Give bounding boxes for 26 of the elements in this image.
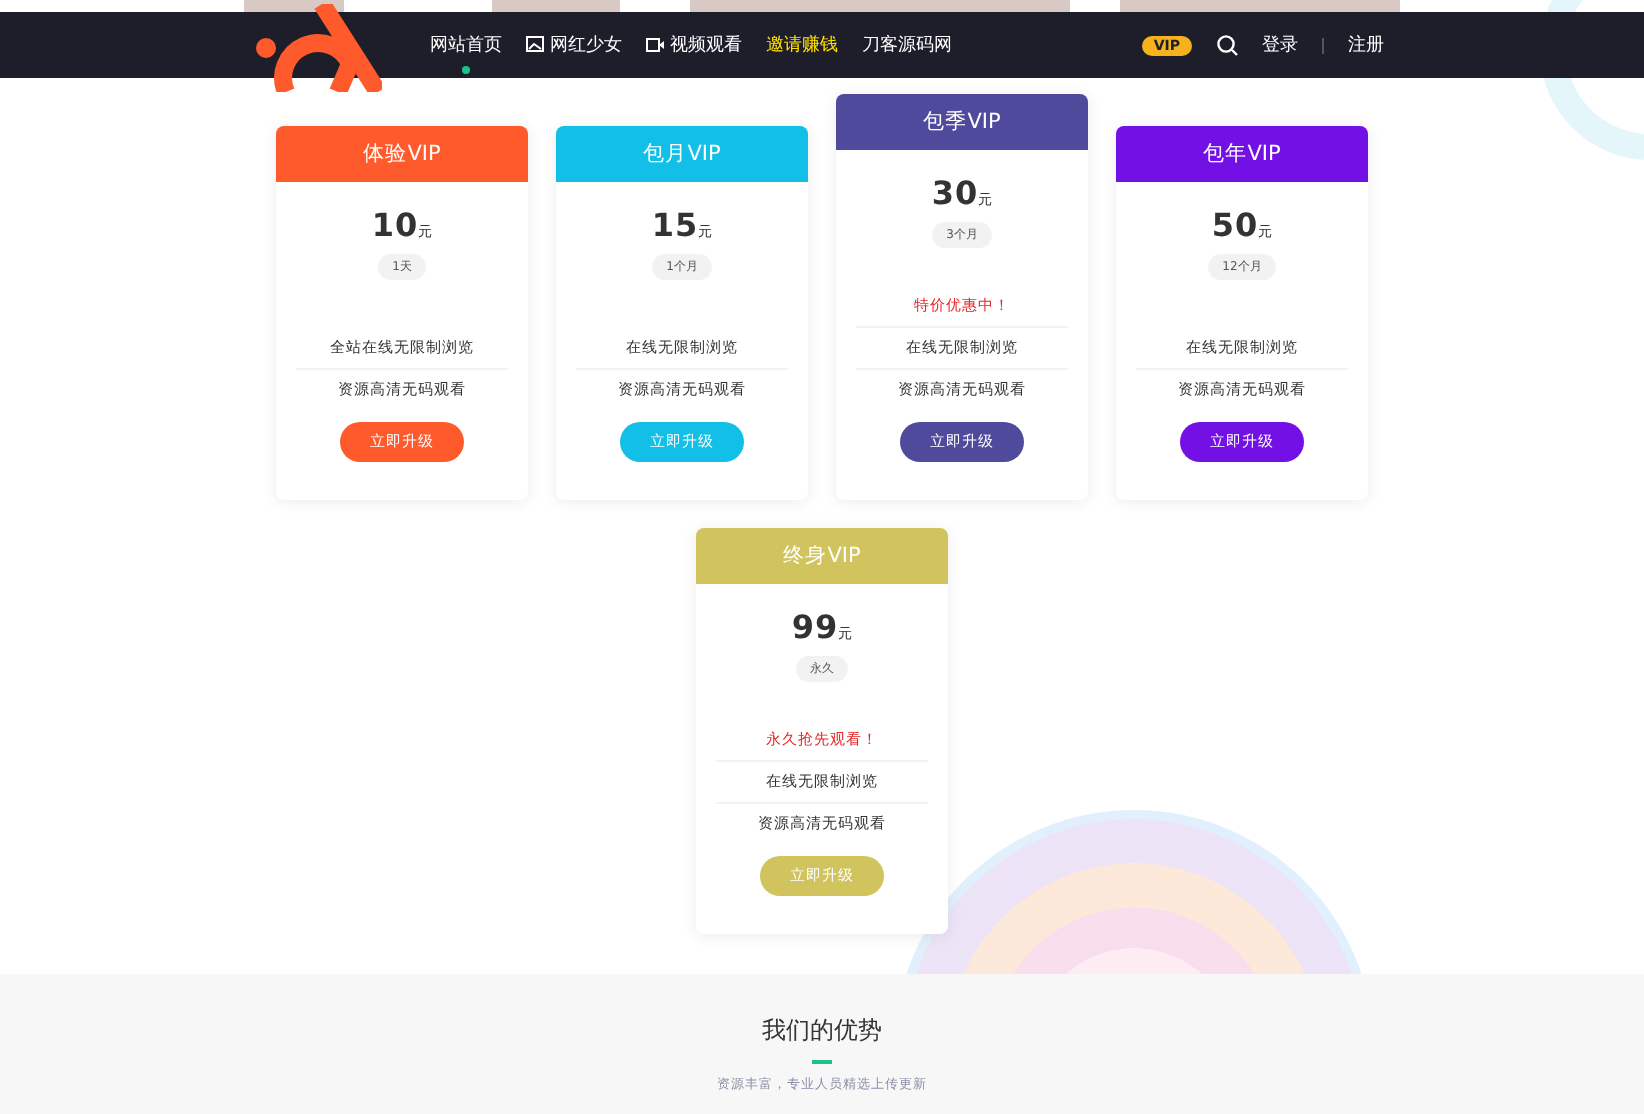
plan-header: 终身VIP <box>696 528 948 584</box>
nav-label: 视频观看 <box>670 33 742 57</box>
plan-header: 包年VIP <box>1116 126 1368 182</box>
nav-link[interactable]: 刀客源码网 <box>862 17 952 73</box>
nav-label: 网红少女 <box>550 33 622 57</box>
nav-link[interactable]: 邀请赚钱 <box>766 17 838 73</box>
search-icon[interactable] <box>1216 34 1238 56</box>
image-icon <box>526 36 544 52</box>
nav-link[interactable]: 网红少女 <box>526 17 622 73</box>
nav-link[interactable]: 网站首页 <box>430 17 502 73</box>
plan-price: 50 <box>1211 206 1259 244</box>
section-title: 我们的优势 <box>762 1014 882 1048</box>
photo-placeholder <box>492 0 620 12</box>
plan-header: 包月VIP <box>556 126 808 182</box>
title-underline <box>812 1060 832 1064</box>
nav-link[interactable]: 视频观看 <box>646 17 742 73</box>
video-icon <box>646 37 664 51</box>
plan-price: 15 <box>651 206 699 244</box>
plan-header: 包季VIP <box>836 94 1088 150</box>
register-link[interactable]: 注册 <box>1348 32 1384 58</box>
plan-price: 10 <box>371 206 419 244</box>
plan-price: 30 <box>931 174 979 212</box>
logo-icon[interactable] <box>250 4 382 92</box>
plan-header: 体验VIP <box>276 126 528 182</box>
login-link[interactable]: 登录 <box>1262 32 1298 58</box>
plan-price: 99 <box>791 608 839 646</box>
